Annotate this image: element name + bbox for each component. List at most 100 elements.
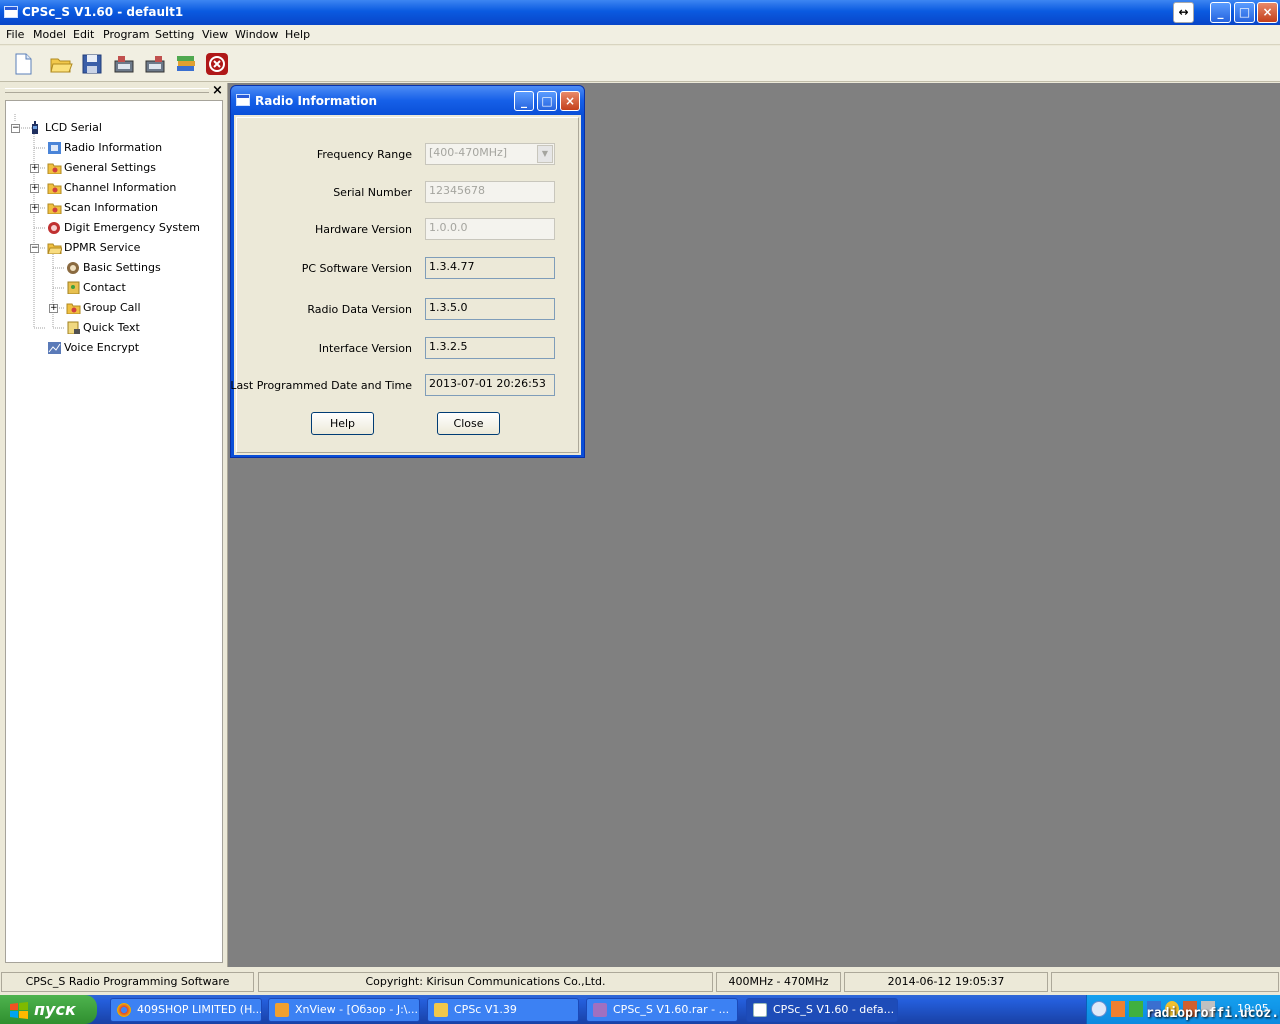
radio-data-version-field[interactable]: 1.3.5.0	[425, 298, 555, 320]
tree-view[interactable]: − LCD Serial Radio Information + General…	[5, 100, 223, 963]
dialog-body: Frequency Range [400-470MHz] ▼ Serial Nu…	[230, 115, 581, 455]
collapse-toggle[interactable]: −	[11, 124, 20, 133]
tray-app-icon[interactable]	[1111, 1001, 1125, 1017]
task-label: CPSc V1.39	[454, 1003, 517, 1016]
task-xnview[interactable]: XnView - [Обзор - J:\...	[268, 998, 420, 1022]
radio-icon	[32, 121, 38, 134]
tree-label: Digit Emergency System	[64, 221, 200, 234]
status-empty	[1051, 972, 1279, 992]
save-icon[interactable]	[80, 52, 104, 76]
pc-software-version-field[interactable]: 1.3.4.77	[425, 257, 555, 279]
new-file-icon[interactable]	[11, 52, 35, 76]
chevron-down-icon[interactable]: ▼	[537, 145, 553, 163]
panel-grip[interactable]	[5, 88, 209, 93]
start-button[interactable]: пуск	[0, 995, 97, 1024]
books-icon[interactable]	[174, 52, 198, 76]
menu-file[interactable]: File	[6, 28, 24, 41]
menu-program[interactable]: Program	[103, 28, 149, 41]
folder-icon	[47, 163, 62, 174]
close-button[interactable]: ×	[1257, 2, 1278, 23]
maximize-button[interactable]: □	[1234, 2, 1255, 23]
frequency-range-label: Frequency Range	[316, 148, 412, 161]
radio-info-icon	[48, 142, 61, 154]
menu-view[interactable]: View	[202, 28, 228, 41]
xnview-icon	[275, 1003, 289, 1017]
toolbar	[0, 46, 1280, 82]
frequency-range-select[interactable]: [400-470MHz] ▼	[425, 143, 555, 165]
menu-setting[interactable]: Setting	[155, 28, 194, 41]
settings-icon	[67, 262, 79, 274]
help-button[interactable]: Help	[311, 412, 374, 435]
menu-window[interactable]: Window	[235, 28, 278, 41]
serial-number-field[interactable]: 12345678	[425, 181, 555, 203]
dialog-panel: Frequency Range [400-470MHz] ▼ Serial Nu…	[230, 117, 579, 453]
folder-icon	[434, 1003, 448, 1017]
close-dialog-button[interactable]: Close	[437, 412, 500, 435]
archive-icon	[593, 1003, 607, 1017]
hardware-version-label: Hardware Version	[314, 223, 412, 236]
serial-number-label: Serial Number	[333, 186, 412, 199]
task-label: CPSc_S V1.60.rar - ...	[613, 1003, 730, 1016]
task-label: 409SHOP LIMITED (H...	[137, 1003, 262, 1016]
dialog-maximize-button[interactable]: □	[537, 91, 557, 111]
tree-label: General Settings	[64, 161, 156, 174]
dialog-close-button[interactable]: ×	[560, 91, 580, 111]
menubar: File Model Edit Program Setting View Win…	[0, 25, 1280, 45]
tree-label: Basic Settings	[83, 261, 161, 274]
tree-label: Quick Text	[83, 321, 140, 334]
dialog-minimize-button[interactable]: _	[514, 91, 534, 111]
contact-icon	[67, 281, 80, 294]
app-icon	[753, 1003, 767, 1017]
expand-toggle[interactable]: +	[30, 204, 39, 213]
last-programmed-field[interactable]: 2013-07-01 20:26:53	[425, 374, 555, 396]
window-titlebar[interactable]: CPSc_S V1.60 - default1 ↔ _ □ ×	[0, 0, 1280, 25]
expand-toggle[interactable]: +	[49, 304, 58, 313]
read-from-radio-icon[interactable]	[112, 52, 136, 76]
task-chrome[interactable]: 409SHOP LIMITED (H...	[110, 998, 262, 1022]
tree-label: LCD Serial	[45, 121, 102, 134]
dialog-title: Radio Information	[255, 94, 378, 108]
watermark: radioproffi.ucoz.ua	[1146, 1006, 1280, 1021]
frequency-range-value: [400-470MHz]	[429, 146, 508, 159]
task-cpsc[interactable]: CPSc_S V1.60 - defa...	[746, 998, 898, 1022]
quick-text-icon	[67, 321, 80, 334]
tree-label: Group Call	[83, 301, 141, 314]
resize-arrows-icon[interactable]: ↔	[1173, 2, 1194, 23]
chrome-icon	[117, 1003, 131, 1017]
expand-toggle[interactable]: +	[30, 184, 39, 193]
back-arrow-icon[interactable]	[1091, 1001, 1107, 1017]
expand-toggle[interactable]: +	[30, 164, 39, 173]
collapse-toggle[interactable]: −	[30, 244, 39, 253]
tree-label: Channel Information	[64, 181, 177, 194]
status-copyright: Copyright: Kirisun Communications Co.,Lt…	[258, 972, 713, 992]
interface-version-label: Interface Version	[318, 342, 412, 355]
pc-software-version-label: PC Software Version	[301, 262, 412, 275]
panel-close-icon[interactable]: ×	[212, 83, 223, 98]
open-folder-icon	[47, 243, 62, 254]
write-to-radio-icon[interactable]	[143, 52, 167, 76]
minimize-button[interactable]: _	[1210, 2, 1231, 23]
open-folder-icon[interactable]	[49, 52, 73, 76]
menu-model[interactable]: Model	[33, 28, 66, 41]
radio-data-version-label: Radio Data Version	[307, 303, 412, 316]
taskbar: пуск 409SHOP LIMITED (H... XnView - [Обз…	[0, 995, 1280, 1024]
tray-green-icon[interactable]	[1129, 1001, 1143, 1017]
window-title: CPSc_S V1.60 - default1	[22, 5, 184, 19]
hardware-version-field[interactable]: 1.0.0.0	[425, 218, 555, 240]
stop-icon[interactable]	[205, 52, 229, 76]
menu-edit[interactable]: Edit	[73, 28, 94, 41]
task-folder[interactable]: CPSc V1.39	[427, 998, 579, 1022]
radio-information-dialog: Radio Information _ □ × Frequency Range …	[230, 85, 585, 458]
windows-logo-icon	[10, 1002, 28, 1019]
tree-label: Radio Information	[64, 141, 163, 154]
tree-label: Contact	[83, 281, 126, 294]
statusbar: CPSc_S Radio Programming Software Copyri…	[0, 968, 1280, 995]
tree-label: Voice Encrypt	[64, 341, 140, 354]
task-archive[interactable]: CPSc_S V1.60.rar - ...	[586, 998, 738, 1022]
menu-help[interactable]: Help	[285, 28, 310, 41]
interface-version-field[interactable]: 1.3.2.5	[425, 337, 555, 359]
folder-icon	[66, 303, 81, 314]
task-label: XnView - [Обзор - J:\...	[295, 1003, 418, 1016]
dialog-titlebar[interactable]: Radio Information _ □ ×	[231, 86, 584, 115]
app-icon	[4, 6, 18, 18]
